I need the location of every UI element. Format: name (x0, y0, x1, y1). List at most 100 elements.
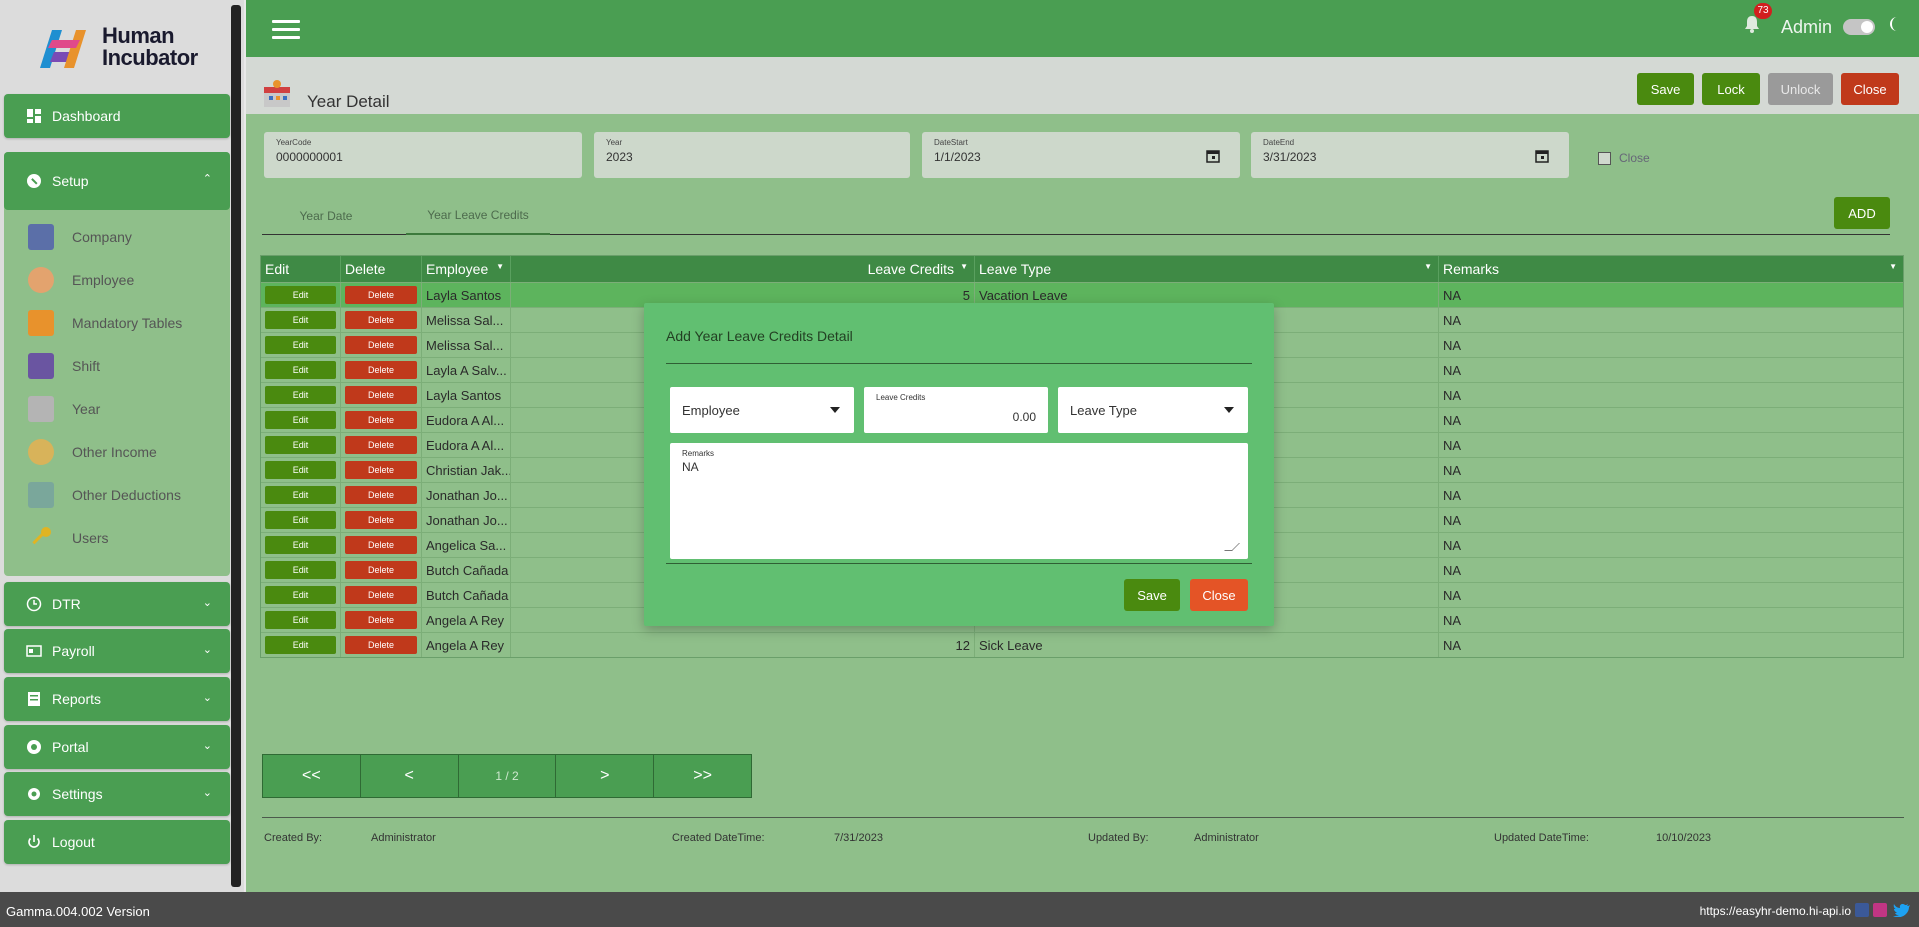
edit-row-button[interactable]: Edit (265, 611, 336, 629)
delete-row-button[interactable]: Delete (345, 436, 417, 454)
edit-row-button[interactable]: Edit (265, 361, 336, 379)
user-name[interactable]: Admin (1781, 17, 1832, 38)
delete-row-button[interactable]: Delete (345, 486, 417, 504)
edit-row-button[interactable]: Edit (265, 461, 336, 479)
employee-cell: Angelica Sa... (422, 533, 511, 557)
edit-cell: Edit (261, 533, 341, 557)
facebook-icon[interactable] (1855, 903, 1869, 917)
filter-icon[interactable]: ▼ (960, 262, 968, 271)
edit-row-button[interactable]: Edit (265, 561, 336, 579)
sidebar-item-payroll[interactable]: Payroll ⌄ (4, 629, 230, 673)
sidebar-item-other-deductions[interactable]: Other Deductions (28, 480, 181, 510)
sidebar-item-year[interactable]: Year (28, 394, 100, 424)
edit-row-button[interactable]: Edit (265, 411, 336, 429)
sidebar-item-portal[interactable]: Portal ⌄ (4, 725, 230, 769)
sidebar-item-reports[interactable]: Reports ⌄ (4, 677, 230, 721)
resize-handle-icon[interactable] (1224, 543, 1240, 551)
delete-row-button[interactable]: Delete (345, 536, 417, 554)
delete-row-button[interactable]: Delete (345, 411, 417, 429)
sidebar-item-users[interactable]: Users (28, 523, 109, 553)
hamburger-menu-icon[interactable] (272, 20, 300, 40)
delete-row-button[interactable]: Delete (345, 311, 417, 329)
first-page-button[interactable]: << (263, 755, 361, 797)
edit-row-button[interactable]: Edit (265, 311, 336, 329)
edit-row-button[interactable]: Edit (265, 286, 336, 304)
next-page-button[interactable]: > (556, 755, 655, 797)
edit-row-button[interactable]: Edit (265, 586, 336, 604)
calendar-picker-icon[interactable] (1206, 149, 1220, 163)
sidebar-item-dtr[interactable]: DTR ⌄ (4, 582, 230, 626)
sidebar-item-label: Company (72, 229, 132, 245)
sidebar-item-shift[interactable]: Shift (28, 351, 100, 381)
column-header-remarks[interactable]: Remarks ▼ (1439, 256, 1903, 282)
sidebar-item-employee[interactable]: Employee (28, 265, 134, 295)
page-title: Year Detail (307, 92, 390, 111)
sidebar-scrollbar[interactable] (231, 5, 241, 887)
edit-row-button[interactable]: Edit (265, 336, 336, 354)
delete-row-button[interactable]: Delete (345, 461, 417, 479)
edit-row-button[interactable]: Edit (265, 511, 336, 529)
add-button[interactable]: ADD (1834, 197, 1890, 229)
delete-row-button[interactable]: Delete (345, 636, 417, 654)
unlock-button[interactable]: Unlock (1768, 73, 1833, 105)
edit-row-button[interactable]: Edit (265, 486, 336, 504)
tab-year-leave-credits[interactable]: Year Leave Credits (406, 197, 550, 235)
filter-icon[interactable]: ▼ (496, 262, 504, 271)
edit-row-button[interactable]: Edit (265, 536, 336, 554)
edit-row-button[interactable]: Edit (265, 636, 336, 654)
divider (262, 817, 1904, 818)
twitter-icon[interactable] (1893, 903, 1911, 918)
edit-row-button[interactable]: Edit (265, 386, 336, 404)
last-page-button[interactable]: >> (654, 755, 751, 797)
checkbox-box[interactable] (1598, 151, 1611, 165)
yearcode-field[interactable]: YearCode 0000000001 (264, 132, 582, 178)
sidebar-item-company[interactable]: Company (28, 222, 132, 252)
datestart-field[interactable]: DateStart 1/1/2023 (922, 132, 1240, 178)
remarks-cell: NA (1443, 562, 1462, 578)
edit-row-button[interactable]: Edit (265, 436, 336, 454)
lock-button[interactable]: Lock (1702, 73, 1760, 105)
year-field[interactable]: Year 2023 (594, 132, 910, 178)
sidebar-item-mandatory-tables[interactable]: Mandatory Tables (28, 308, 182, 338)
brand-name: Human Incubator (102, 25, 198, 69)
table-row[interactable]: Edit Delete Angela A Rey 12 Sick Leave NA (261, 632, 1903, 657)
dateend-field[interactable]: DateEnd 3/31/2023 (1251, 132, 1569, 178)
leave-credits-input[interactable]: Leave Credits 0.00 (864, 387, 1048, 433)
tab-year-date[interactable]: Year Date (262, 197, 390, 235)
employee-select[interactable]: Employee (670, 387, 854, 433)
sidebar-item-setup[interactable]: Setup ⌃ (4, 152, 230, 210)
sidebar-item-dashboard[interactable]: Dashboard (4, 94, 230, 138)
close-checkbox[interactable]: Close (1598, 151, 1650, 165)
sidebar-item-logout[interactable]: Logout (4, 820, 230, 864)
remarks-textarea[interactable]: Remarks NA (670, 443, 1248, 559)
close-button[interactable]: Close (1841, 73, 1899, 105)
instagram-icon[interactable] (1873, 903, 1887, 917)
save-button[interactable]: Save (1637, 73, 1694, 105)
modal-close-button[interactable]: Close (1190, 579, 1248, 611)
delete-row-button[interactable]: Delete (345, 611, 417, 629)
delete-row-button[interactable]: Delete (345, 361, 417, 379)
delete-row-button[interactable]: Delete (345, 286, 417, 304)
delete-row-button[interactable]: Delete (345, 511, 417, 529)
theme-toggle[interactable] (1843, 19, 1875, 35)
field-value: 0.00 (1012, 410, 1036, 424)
sidebar-item-settings[interactable]: Settings ⌄ (4, 772, 230, 816)
edit-cell: Edit (261, 558, 341, 582)
delete-row-button[interactable]: Delete (345, 336, 417, 354)
logo[interactable]: Human Incubator (30, 22, 198, 72)
calendar-picker-icon[interactable] (1535, 149, 1549, 163)
column-header-leave-credits[interactable]: Leave Credits ▼ (511, 256, 975, 282)
modal-save-button[interactable]: Save (1124, 579, 1180, 611)
delete-row-button[interactable]: Delete (345, 386, 417, 404)
delete-row-button[interactable]: Delete (345, 586, 417, 604)
filter-icon[interactable]: ▼ (1424, 262, 1432, 271)
prev-page-button[interactable]: < (360, 755, 459, 797)
delete-row-button[interactable]: Delete (345, 561, 417, 579)
filter-icon[interactable]: ▼ (1889, 262, 1897, 271)
leave-type-select[interactable]: Leave Type (1058, 387, 1248, 433)
table-header: Edit Delete Employee ▼ Leave Credits ▼ Lea… (261, 256, 1903, 282)
column-header-leave-type[interactable]: Leave Type ▼ (975, 256, 1439, 282)
site-url[interactable]: https://easyhr-demo.hi-api.io (1700, 904, 1851, 918)
column-header-employee[interactable]: Employee ▼ (422, 256, 511, 282)
sidebar-item-other-income[interactable]: Other Income (28, 437, 157, 467)
